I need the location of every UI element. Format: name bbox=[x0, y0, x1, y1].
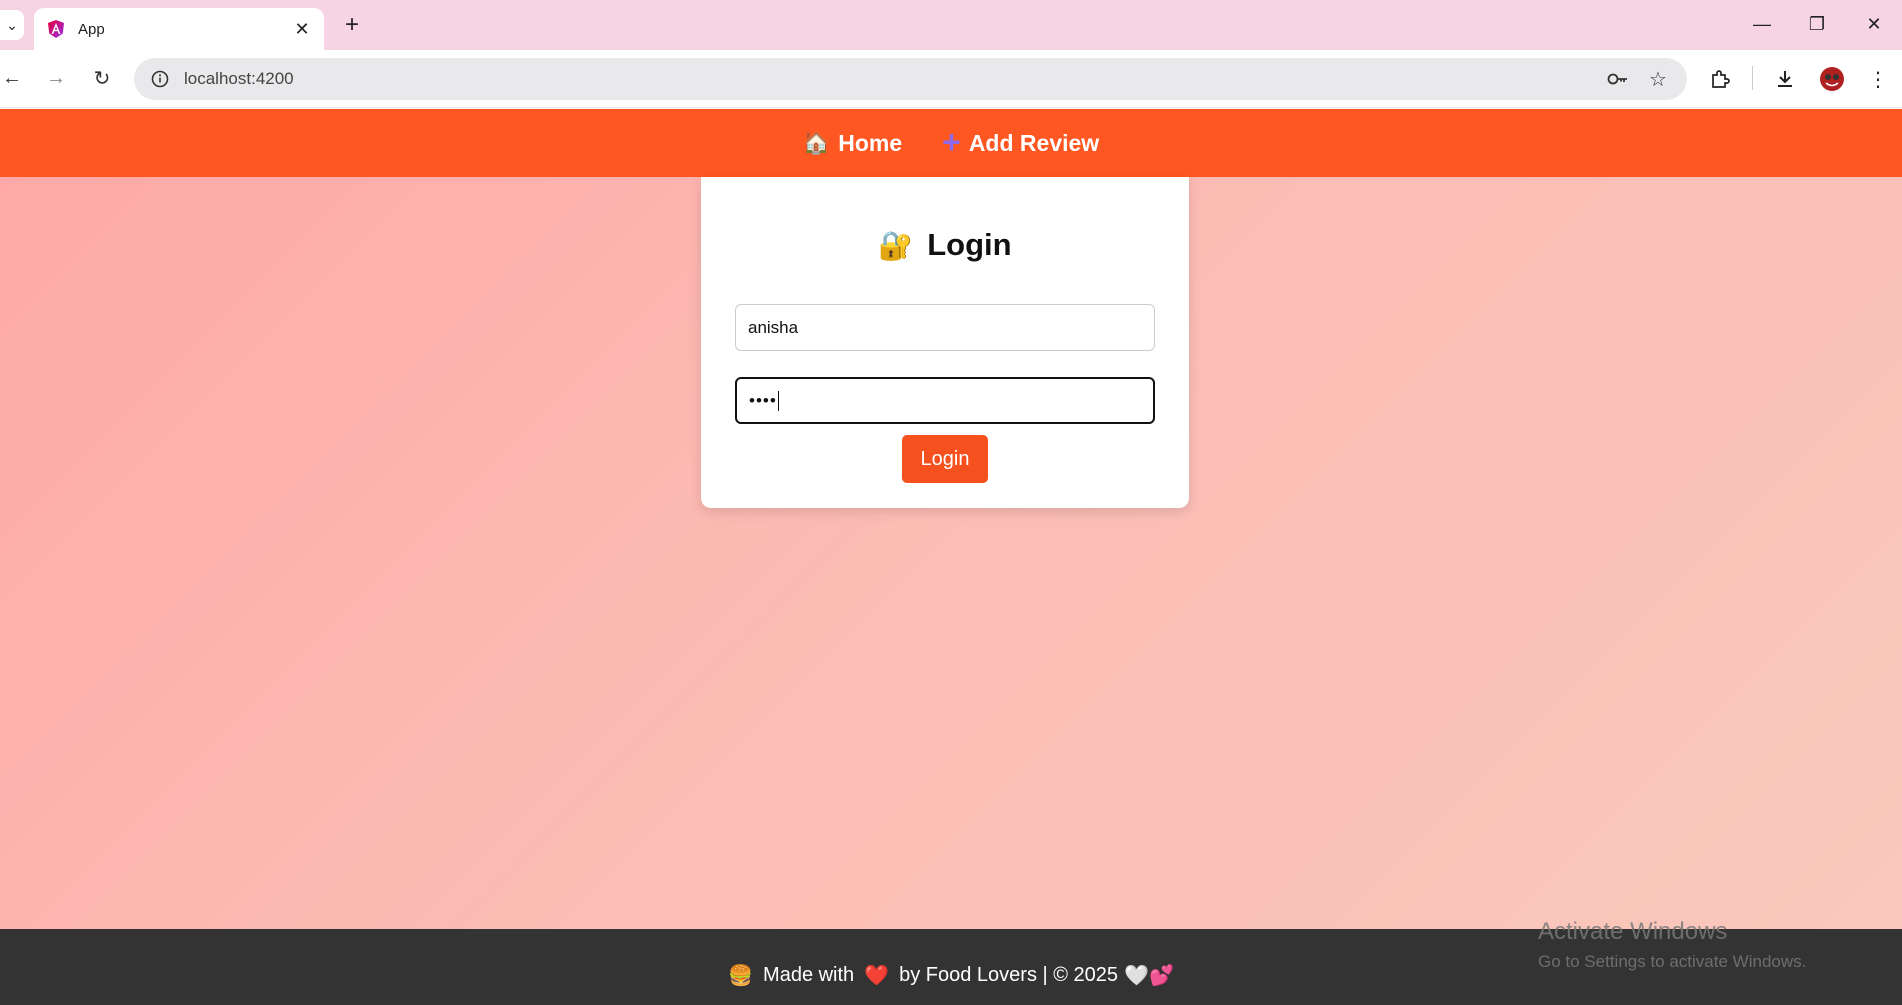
username-value: anisha bbox=[748, 317, 799, 337]
new-tab-plus-icon[interactable]: + bbox=[338, 10, 366, 40]
browser-tab-bar: ⌄ App ✕ + — ❐ ✕ bbox=[0, 0, 1902, 50]
minimize-icon[interactable]: — bbox=[1740, 8, 1784, 40]
restore-icon[interactable]: ❐ bbox=[1795, 8, 1839, 40]
download-icon[interactable] bbox=[1768, 62, 1802, 96]
heart-icon: ❤️ bbox=[864, 964, 890, 987]
password-key-icon[interactable] bbox=[1603, 64, 1633, 94]
app-navbar: 🏠 Home + Add Review bbox=[0, 109, 1902, 177]
bookmark-star-icon[interactable]: ☆ bbox=[1643, 64, 1673, 94]
site-info-icon[interactable] bbox=[148, 67, 172, 91]
angular-favicon-icon bbox=[48, 20, 64, 38]
browser-tab[interactable]: App ✕ bbox=[34, 8, 324, 50]
forward-arrow-icon[interactable]: → bbox=[40, 62, 72, 94]
nav-home-label: Home bbox=[838, 129, 903, 156]
more-menu-icon[interactable]: ⋮ bbox=[1861, 62, 1895, 96]
activate-windows-title: Activate Windows bbox=[1538, 918, 1728, 945]
password-input[interactable]: •••• bbox=[735, 377, 1155, 424]
profile-avatar-icon[interactable] bbox=[1815, 62, 1849, 96]
pink-hearts-icon: 💕 bbox=[1148, 964, 1174, 987]
login-title: Login bbox=[927, 227, 1012, 262]
url-text[interactable]: localhost:4200 bbox=[184, 69, 1593, 89]
white-heart-icon: 🤍 bbox=[1124, 964, 1149, 987]
tab-list-chevron-icon[interactable]: ⌄ bbox=[0, 10, 24, 40]
extensions-puzzle-icon[interactable] bbox=[1703, 62, 1737, 96]
activate-windows-subtitle: Go to Settings to activate Windows. bbox=[1538, 952, 1807, 971]
password-value: •••• bbox=[749, 390, 777, 410]
login-heading: 🔐 Login bbox=[701, 227, 1189, 263]
tab-close-icon[interactable]: ✕ bbox=[292, 19, 312, 40]
toolbar-divider bbox=[1752, 66, 1753, 90]
text-caret bbox=[777, 390, 779, 411]
login-button[interactable]: Login bbox=[902, 435, 988, 483]
house-icon: 🏠 bbox=[802, 130, 831, 155]
plus-icon: + bbox=[942, 123, 961, 160]
lock-icon: 🔐 bbox=[878, 229, 914, 261]
login-card: 🔐 Login anisha •••• Login bbox=[701, 177, 1189, 508]
nav-home-link[interactable]: 🏠 Home bbox=[803, 130, 902, 157]
username-input[interactable]: anisha bbox=[735, 304, 1155, 351]
nav-add-review-link[interactable]: + Add Review bbox=[942, 123, 1100, 160]
browser-toolbar: ← → ↻ localhost:4200 ☆ ⋮ bbox=[0, 50, 1902, 108]
window-close-icon[interactable]: ✕ bbox=[1852, 8, 1896, 40]
footer-by-text: by Food Lovers | © 2025 bbox=[899, 963, 1119, 986]
footer-made-with: Made with bbox=[763, 963, 855, 986]
reload-icon[interactable]: ↻ bbox=[86, 62, 118, 94]
burger-icon: 🍔 bbox=[728, 964, 754, 987]
nav-add-review-label: Add Review bbox=[968, 129, 1100, 156]
activate-windows-watermark: Activate Windows Go to Settings to activ… bbox=[1538, 918, 1806, 972]
back-arrow-icon[interactable]: ← bbox=[0, 62, 28, 94]
address-bar[interactable]: localhost:4200 ☆ bbox=[134, 58, 1687, 100]
tab-title: App bbox=[78, 20, 105, 38]
